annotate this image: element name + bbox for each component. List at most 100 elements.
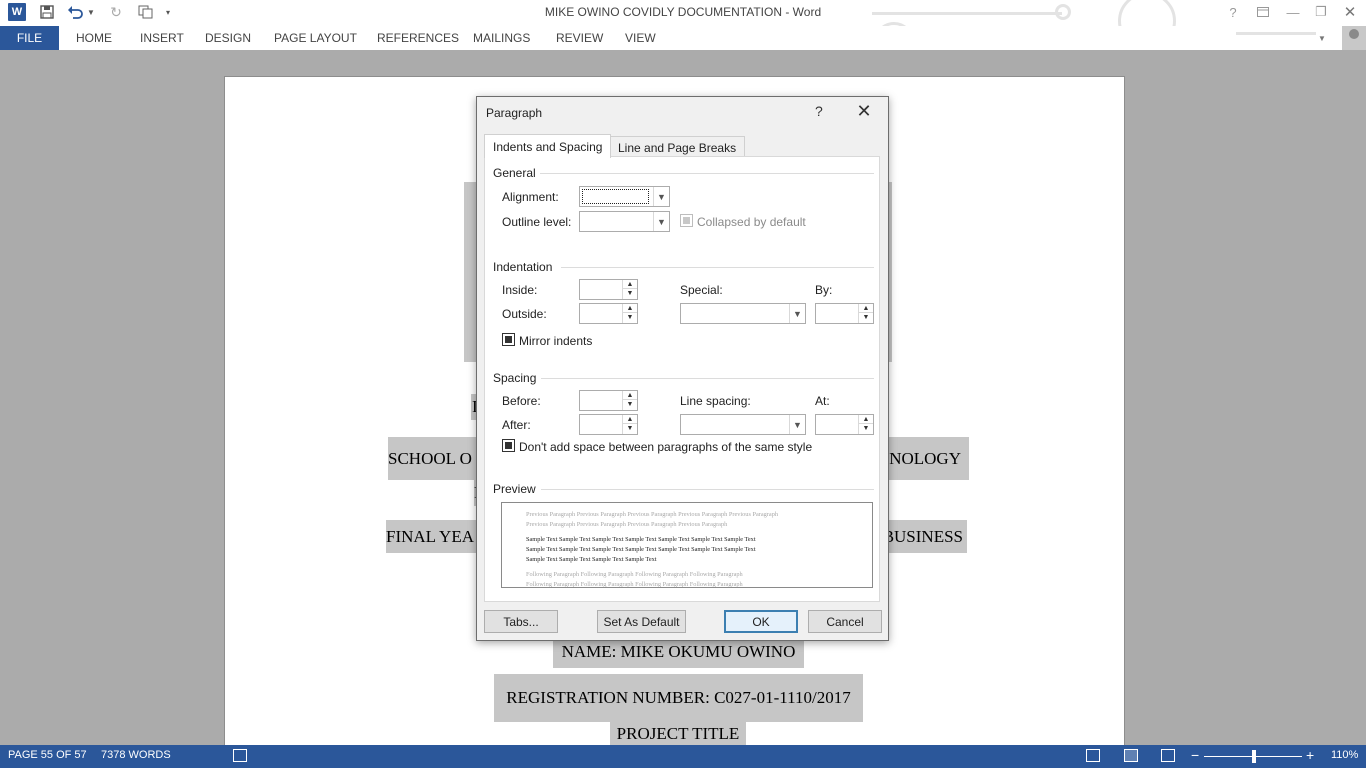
tab-view[interactable]: VIEW: [625, 26, 656, 50]
line-spacing-dropdown[interactable]: ▼: [680, 414, 806, 435]
zoom-out-icon[interactable]: −: [1191, 747, 1199, 763]
tabs-button[interactable]: Tabs...: [484, 610, 558, 633]
by-spinner[interactable]: ▲ ▼: [815, 303, 874, 324]
tab-line-and-page-breaks[interactable]: Line and Page Breaks: [609, 136, 746, 158]
preview-previous-line: Previous Paragraph Previous Paragraph Pr…: [526, 521, 728, 528]
tab-indents-and-spacing[interactable]: Indents and Spacing: [484, 134, 612, 158]
spin-up-icon[interactable]: ▲: [623, 304, 637, 313]
special-label: Special:: [680, 283, 723, 297]
spin-down-icon[interactable]: ▼: [623, 313, 637, 322]
spin-up-icon[interactable]: ▲: [623, 280, 637, 289]
mirror-indents-checkbox[interactable]: [502, 333, 515, 346]
outline-level-label: Outline level:: [502, 215, 572, 229]
print-layout-icon[interactable]: [1124, 749, 1138, 762]
tab-file[interactable]: FILE: [0, 26, 59, 50]
section-divider: [561, 267, 874, 268]
section-divider: [540, 173, 874, 174]
cancel-button[interactable]: Cancel: [808, 610, 882, 633]
outline-level-dropdown[interactable]: ▼: [579, 211, 670, 232]
dont-add-space-label: Don't add space between paragraphs of th…: [519, 440, 813, 454]
at-label: At:: [815, 394, 830, 408]
collapsed-by-default-checkbox[interactable]: [680, 214, 693, 227]
preview-sample-line: Sample Text Sample Text Sample Text Samp…: [526, 546, 756, 553]
preview-sample-line: Sample Text Sample Text Sample Text Samp…: [526, 536, 756, 543]
read-mode-icon[interactable]: [1086, 749, 1100, 762]
at-spinner[interactable]: ▲ ▼: [815, 414, 874, 435]
special-dropdown[interactable]: ▼: [680, 303, 806, 324]
doc-line-final-right: BUSINESS: [880, 520, 967, 553]
inside-spinner[interactable]: ▲ ▼: [579, 279, 638, 300]
section-spacing: Spacing: [493, 371, 537, 385]
spin-up-icon[interactable]: ▲: [623, 391, 637, 400]
doc-line-school-left: SCHOOL O: [388, 437, 484, 480]
ok-button[interactable]: OK: [724, 610, 798, 633]
status-bar: PAGE 55 OF 57 7378 WORDS − + 110%: [0, 745, 1366, 768]
tab-insert[interactable]: INSERT: [140, 26, 184, 50]
ribbon-tabs: FILE HOME INSERT DESIGN PAGE LAYOUT REFE…: [0, 26, 1366, 50]
preview-following-line: Following Paragraph Following Paragraph …: [526, 581, 743, 588]
set-as-default-button[interactable]: Set As Default: [597, 610, 686, 633]
section-general: General: [493, 166, 536, 180]
preview-box: Previous Paragraph Previous Paragraph Pr…: [501, 502, 873, 588]
dialog-help-button[interactable]: ?: [815, 103, 823, 119]
preview-following-line: Following Paragraph Following Paragraph …: [526, 571, 743, 578]
proofing-icon[interactable]: [233, 749, 247, 762]
close-icon[interactable]: ✕: [1339, 2, 1361, 22]
chevron-down-icon: ▼: [789, 415, 805, 434]
word-count[interactable]: 7378 WORDS: [101, 749, 171, 761]
before-spinner[interactable]: ▲ ▼: [579, 390, 638, 411]
by-label: By:: [815, 283, 833, 297]
help-icon[interactable]: ?: [1222, 2, 1244, 22]
alignment-dropdown[interactable]: ▼: [579, 186, 670, 207]
minimize-icon[interactable]: —: [1282, 2, 1304, 22]
chevron-down-icon: ▼: [789, 304, 805, 323]
restore-icon[interactable]: ❐: [1310, 2, 1332, 22]
after-spinner[interactable]: ▲ ▼: [579, 414, 638, 435]
doc-line-school-right: NOLOGY: [880, 437, 969, 480]
section-indentation: Indentation: [493, 260, 553, 274]
spin-down-icon[interactable]: ▼: [859, 313, 873, 322]
spin-down-icon[interactable]: ▼: [623, 424, 637, 433]
alignment-label: Alignment:: [502, 190, 559, 204]
avatar[interactable]: [1342, 26, 1366, 50]
section-preview: Preview: [493, 482, 536, 496]
spin-up-icon[interactable]: ▲: [859, 304, 873, 313]
line-spacing-label: Line spacing:: [680, 394, 751, 408]
ribbon-display-icon[interactable]: [1252, 2, 1274, 22]
zoom-slider-thumb[interactable]: [1252, 750, 1256, 763]
doc-line-project-title: PROJECT TITLE: [610, 720, 746, 745]
decor-circuit-line: [1236, 32, 1316, 35]
chevron-down-icon: ▼: [653, 187, 669, 206]
tab-references[interactable]: REFERENCES: [377, 26, 459, 50]
zoom-level[interactable]: 110%: [1331, 749, 1358, 761]
account-dropdown-icon[interactable]: ▼: [1318, 26, 1326, 50]
web-layout-icon[interactable]: [1161, 749, 1175, 762]
paragraph-dialog: Paragraph ? ✕ Indents and Spacing Line a…: [476, 96, 889, 641]
preview-sample-line: Sample Text Sample Text Sample Text Samp…: [526, 556, 657, 563]
preview-previous-line: Previous Paragraph Previous Paragraph Pr…: [526, 511, 778, 518]
outside-spinner[interactable]: ▲ ▼: [579, 303, 638, 324]
spin-down-icon[interactable]: ▼: [623, 289, 637, 298]
tab-mailings[interactable]: MAILINGS: [473, 26, 530, 50]
doc-line-final-left: FINAL YEA: [386, 520, 484, 553]
mirror-indents-label: Mirror indents: [519, 334, 593, 348]
tab-home[interactable]: HOME: [76, 26, 112, 50]
chevron-down-icon: ▼: [653, 212, 669, 231]
spin-down-icon[interactable]: ▼: [623, 400, 637, 409]
tab-page-layout[interactable]: PAGE LAYOUT: [274, 26, 357, 50]
section-divider: [541, 378, 874, 379]
collapsed-by-default-label: Collapsed by default: [697, 215, 806, 229]
dont-add-space-checkbox[interactable]: [502, 439, 515, 452]
spin-up-icon[interactable]: ▲: [623, 415, 637, 424]
spin-up-icon[interactable]: ▲: [859, 415, 873, 424]
tab-review[interactable]: REVIEW: [556, 26, 603, 50]
outside-label: Outside:: [502, 307, 547, 321]
zoom-in-icon[interactable]: +: [1306, 747, 1314, 763]
tab-design[interactable]: DESIGN: [205, 26, 251, 50]
dialog-close-icon[interactable]: ✕: [854, 101, 874, 122]
inside-label: Inside:: [502, 283, 538, 297]
title-bar: W ▼ ↻ ▾ MIKE OWINO COVIDLY DOCUMENTATION…: [0, 0, 1366, 62]
page-count[interactable]: PAGE 55 OF 57: [8, 749, 87, 761]
doc-line-registration: REGISTRATION NUMBER: C027-01-1110/2017: [494, 674, 863, 722]
spin-down-icon[interactable]: ▼: [859, 424, 873, 433]
